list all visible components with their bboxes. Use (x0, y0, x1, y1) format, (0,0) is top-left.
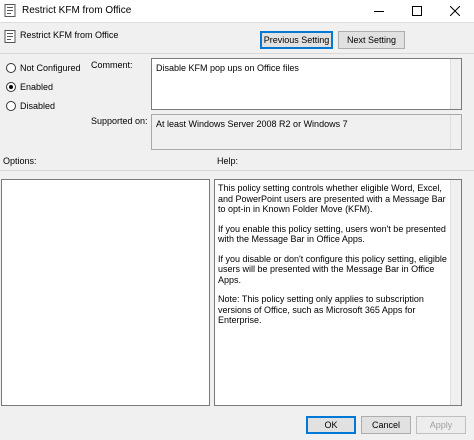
radio-label: Not Configured (20, 63, 81, 73)
minimize-button[interactable] (360, 0, 398, 22)
radio-button[interactable] (6, 82, 16, 92)
supported-on-scrollbar[interactable] (450, 115, 461, 149)
window-title: Restrict KFM from Office (22, 5, 132, 16)
help-paragraph: Note: This policy setting only applies t… (218, 294, 424, 325)
supported-on-text: At least Windows Server 2008 R2 or Windo… (156, 119, 348, 129)
options-label: Options: (3, 156, 37, 166)
close-icon (450, 6, 460, 16)
ok-button[interactable]: OK (306, 416, 356, 434)
previous-setting-button[interactable]: Previous Setting (260, 31, 333, 49)
help-scrollbar[interactable] (450, 180, 461, 405)
policy-name: Restrict KFM from Office (20, 30, 119, 40)
radio-button[interactable] (6, 101, 16, 111)
options-panel (1, 179, 210, 406)
next-setting-button[interactable]: Next Setting (338, 31, 405, 49)
header-divider (0, 53, 474, 54)
help-label: Help: (217, 156, 239, 166)
maximize-button[interactable] (398, 0, 436, 22)
section-divider (0, 170, 474, 171)
comment-text: Disable KFM pop ups on Office files (156, 63, 299, 73)
radio-not-configured[interactable]: Not Configured (6, 63, 81, 73)
supported-on-field: At least Windows Server 2008 R2 or Windo… (151, 114, 462, 150)
radio-label: Disabled (20, 101, 56, 111)
comment-label: Comment: (91, 60, 133, 70)
radio-enabled[interactable]: Enabled (6, 82, 53, 92)
help-content: This policy setting controls whether eli… (218, 183, 449, 335)
help-panel: This policy setting controls whether eli… (214, 179, 462, 406)
radio-disabled[interactable]: Disabled (6, 101, 55, 111)
cancel-button[interactable]: Cancel (361, 416, 411, 434)
minimize-icon (374, 11, 384, 12)
help-paragraph: If you enable this policy setting, users… (218, 223, 446, 245)
radio-button[interactable] (6, 63, 16, 73)
policy-document-icon (4, 30, 16, 43)
policy-document-icon (4, 4, 16, 17)
comment-scrollbar[interactable] (450, 59, 461, 109)
help-paragraph: If you disable or don't configure this p… (218, 253, 447, 285)
comment-field[interactable]: Disable KFM pop ups on Office files (151, 58, 462, 110)
maximize-icon (412, 6, 422, 16)
radio-label: Enabled (20, 82, 54, 92)
close-button[interactable] (436, 0, 474, 22)
apply-button[interactable]: Apply (416, 416, 466, 434)
supported-on-label: Supported on: (91, 116, 148, 126)
help-paragraph: This policy setting controls whether eli… (218, 183, 446, 214)
